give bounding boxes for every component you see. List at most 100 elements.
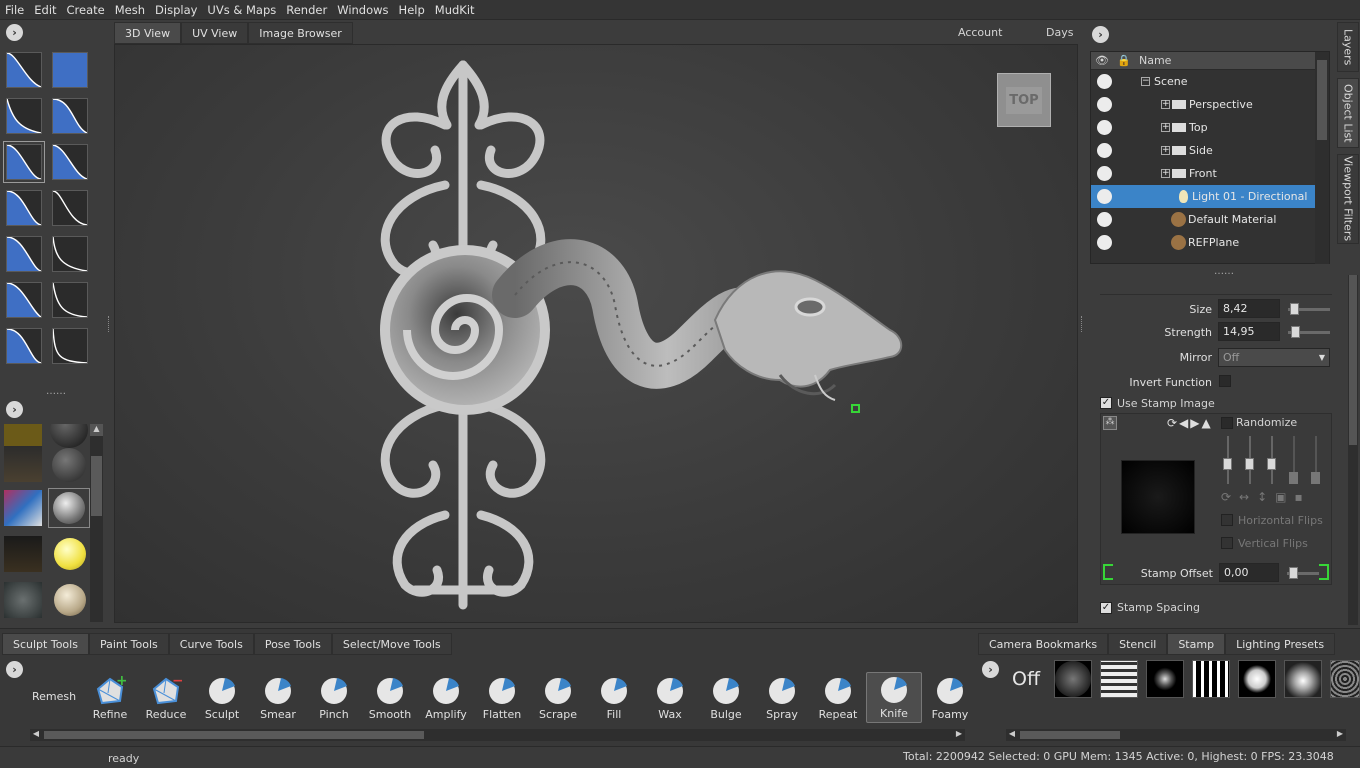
material-thumb[interactable]: [4, 536, 42, 572]
stamp-spacing-checkbox[interactable]: ✓: [1100, 601, 1112, 614]
falloff-preset[interactable]: [52, 328, 88, 364]
materials-scrollbar[interactable]: ▲: [90, 424, 103, 622]
falloff-preset[interactable]: [52, 52, 88, 88]
left-splitter-handle[interactable]: [108, 316, 111, 332]
tools-scrollbar[interactable]: ◀ ▶: [30, 729, 965, 741]
scroll-left-icon[interactable]: ◀: [30, 729, 42, 741]
falloff-preset[interactable]: [6, 190, 42, 226]
size-field[interactable]: 8,42: [1218, 299, 1280, 318]
menu-mesh[interactable]: Mesh: [110, 3, 150, 17]
tab-select-move-tools[interactable]: Select/Move Tools: [331, 633, 452, 655]
tab-image-browser[interactable]: Image Browser: [248, 22, 353, 44]
expand-stamps-icon[interactable]: ›: [982, 661, 999, 678]
scrollbar-thumb[interactable]: [91, 456, 102, 516]
visibility-toggle[interactable]: [1097, 212, 1112, 227]
menu-edit[interactable]: Edit: [29, 3, 61, 17]
visibility-toggle[interactable]: [1097, 166, 1112, 181]
tool-reduce[interactable]: − Reduce: [138, 674, 194, 723]
falloff-preset[interactable]: [52, 236, 88, 272]
rotate-flip-icons[interactable]: ⟳◀▶▲: [1167, 416, 1213, 430]
tool-spray[interactable]: Spray: [754, 674, 810, 723]
stamp-offset-knob[interactable]: [1289, 567, 1298, 579]
invert-function-checkbox[interactable]: [1219, 375, 1231, 387]
random-slider-knob[interactable]: [1289, 472, 1298, 484]
falloff-preset[interactable]: [52, 190, 88, 226]
object-list-row[interactable]: Default Material: [1091, 208, 1329, 231]
expand-object-list-icon[interactable]: ›: [1092, 26, 1109, 43]
tool-scrape[interactable]: Scrape: [530, 674, 586, 723]
material-sphere[interactable]: [54, 538, 86, 570]
expand-icon[interactable]: +: [1161, 169, 1170, 178]
tab-viewport-filters[interactable]: Viewport Filters: [1337, 154, 1359, 244]
tool-fill[interactable]: Fill: [586, 674, 642, 723]
scroll-right-icon[interactable]: ▶: [1334, 729, 1346, 741]
object-list-row[interactable]: REFPlane: [1091, 231, 1329, 254]
strength-field[interactable]: 14,95: [1218, 322, 1280, 341]
tool-flatten[interactable]: Flatten: [474, 674, 530, 723]
tool-foamy[interactable]: Foamy: [922, 674, 978, 723]
object-list-scrollbar[interactable]: [1315, 52, 1329, 264]
tab-stamp[interactable]: Stamp: [1167, 633, 1226, 655]
random-slider-knob[interactable]: [1311, 472, 1320, 484]
material-sphere[interactable]: [52, 448, 86, 482]
size-slider-knob[interactable]: [1290, 303, 1299, 315]
3d-viewport[interactable]: TOP: [114, 44, 1078, 623]
tool-wax[interactable]: Wax: [642, 674, 698, 723]
stamp-thumb[interactable]: [1192, 660, 1230, 698]
lock-icon[interactable]: 🔒: [1113, 54, 1135, 67]
stamp-image-preview[interactable]: [1121, 460, 1195, 534]
object-list-row[interactable]: + Front: [1091, 162, 1329, 185]
material-sphere[interactable]: [54, 584, 86, 616]
tab-camera-bookmarks[interactable]: Camera Bookmarks: [978, 633, 1109, 655]
falloff-preset[interactable]: [6, 328, 42, 364]
tab-lighting-presets[interactable]: Lighting Presets: [1225, 633, 1336, 655]
mirror-select[interactable]: Off ▼: [1218, 348, 1330, 367]
viewcube[interactable]: TOP: [997, 73, 1051, 127]
tool-smear[interactable]: Smear: [250, 674, 306, 723]
visibility-toggle[interactable]: [1097, 189, 1112, 204]
strength-slider-knob[interactable]: [1291, 326, 1300, 338]
expand-icon[interactable]: +: [1161, 100, 1170, 109]
falloff-preset[interactable]: [6, 282, 42, 318]
randomize-checkbox[interactable]: [1221, 417, 1233, 429]
tool-bulge[interactable]: Bulge: [698, 674, 754, 723]
material-thumb[interactable]: [4, 490, 42, 526]
stamp-thumb[interactable]: [1238, 660, 1276, 698]
falloff-preset[interactable]: [6, 236, 42, 272]
visibility-toggle[interactable]: [1097, 143, 1112, 158]
object-list-row[interactable]: + Side: [1091, 139, 1329, 162]
material-sphere[interactable]: [50, 424, 88, 448]
tab-uv-view[interactable]: UV View: [181, 22, 249, 44]
object-list-resize-handle[interactable]: ……: [1214, 266, 1234, 277]
menu-uvs-maps[interactable]: UVs & Maps: [202, 3, 281, 17]
visibility-toggle[interactable]: [1097, 74, 1112, 89]
menu-display[interactable]: Display: [150, 3, 202, 17]
material-thumb[interactable]: [4, 582, 42, 618]
object-list-row[interactable]: − Scene: [1091, 70, 1329, 93]
stamps-scrollbar[interactable]: ◀ ▶: [1006, 729, 1346, 741]
expand-icon[interactable]: +: [1161, 146, 1170, 155]
menu-windows[interactable]: Windows: [332, 3, 393, 17]
properties-scrollbar[interactable]: [1348, 275, 1358, 625]
tab-sculpt-tools[interactable]: Sculpt Tools: [2, 633, 89, 655]
expand-tools-icon[interactable]: ›: [6, 661, 23, 678]
object-list-row[interactable]: Light 01 - Directional: [1091, 185, 1329, 208]
tab-paint-tools[interactable]: Paint Tools: [88, 633, 169, 655]
stamp-thumb[interactable]: [1100, 660, 1138, 698]
menu-create[interactable]: Create: [62, 3, 110, 17]
use-stamp-checkbox[interactable]: ✓: [1100, 397, 1112, 409]
material-thumb[interactable]: [4, 424, 42, 448]
tab-layers[interactable]: Layers: [1337, 22, 1359, 72]
falloff-preset[interactable]: [52, 98, 88, 134]
visibility-eye-icon[interactable]: 👁: [1091, 54, 1113, 67]
tab-curve-tools[interactable]: Curve Tools: [168, 633, 254, 655]
expand-falloff-icon[interactable]: ›: [6, 24, 23, 41]
random-slider-knob[interactable]: [1223, 458, 1232, 470]
tool-smooth[interactable]: Smooth: [362, 674, 418, 723]
stamp-thumb[interactable]: [1284, 660, 1322, 698]
tab-stencil[interactable]: Stencil: [1108, 633, 1168, 655]
scroll-left-icon[interactable]: ◀: [1006, 729, 1018, 741]
panel-resize-handle[interactable]: ……: [46, 386, 66, 397]
scrollbar-thumb[interactable]: [44, 731, 424, 739]
visibility-toggle[interactable]: [1097, 97, 1112, 112]
